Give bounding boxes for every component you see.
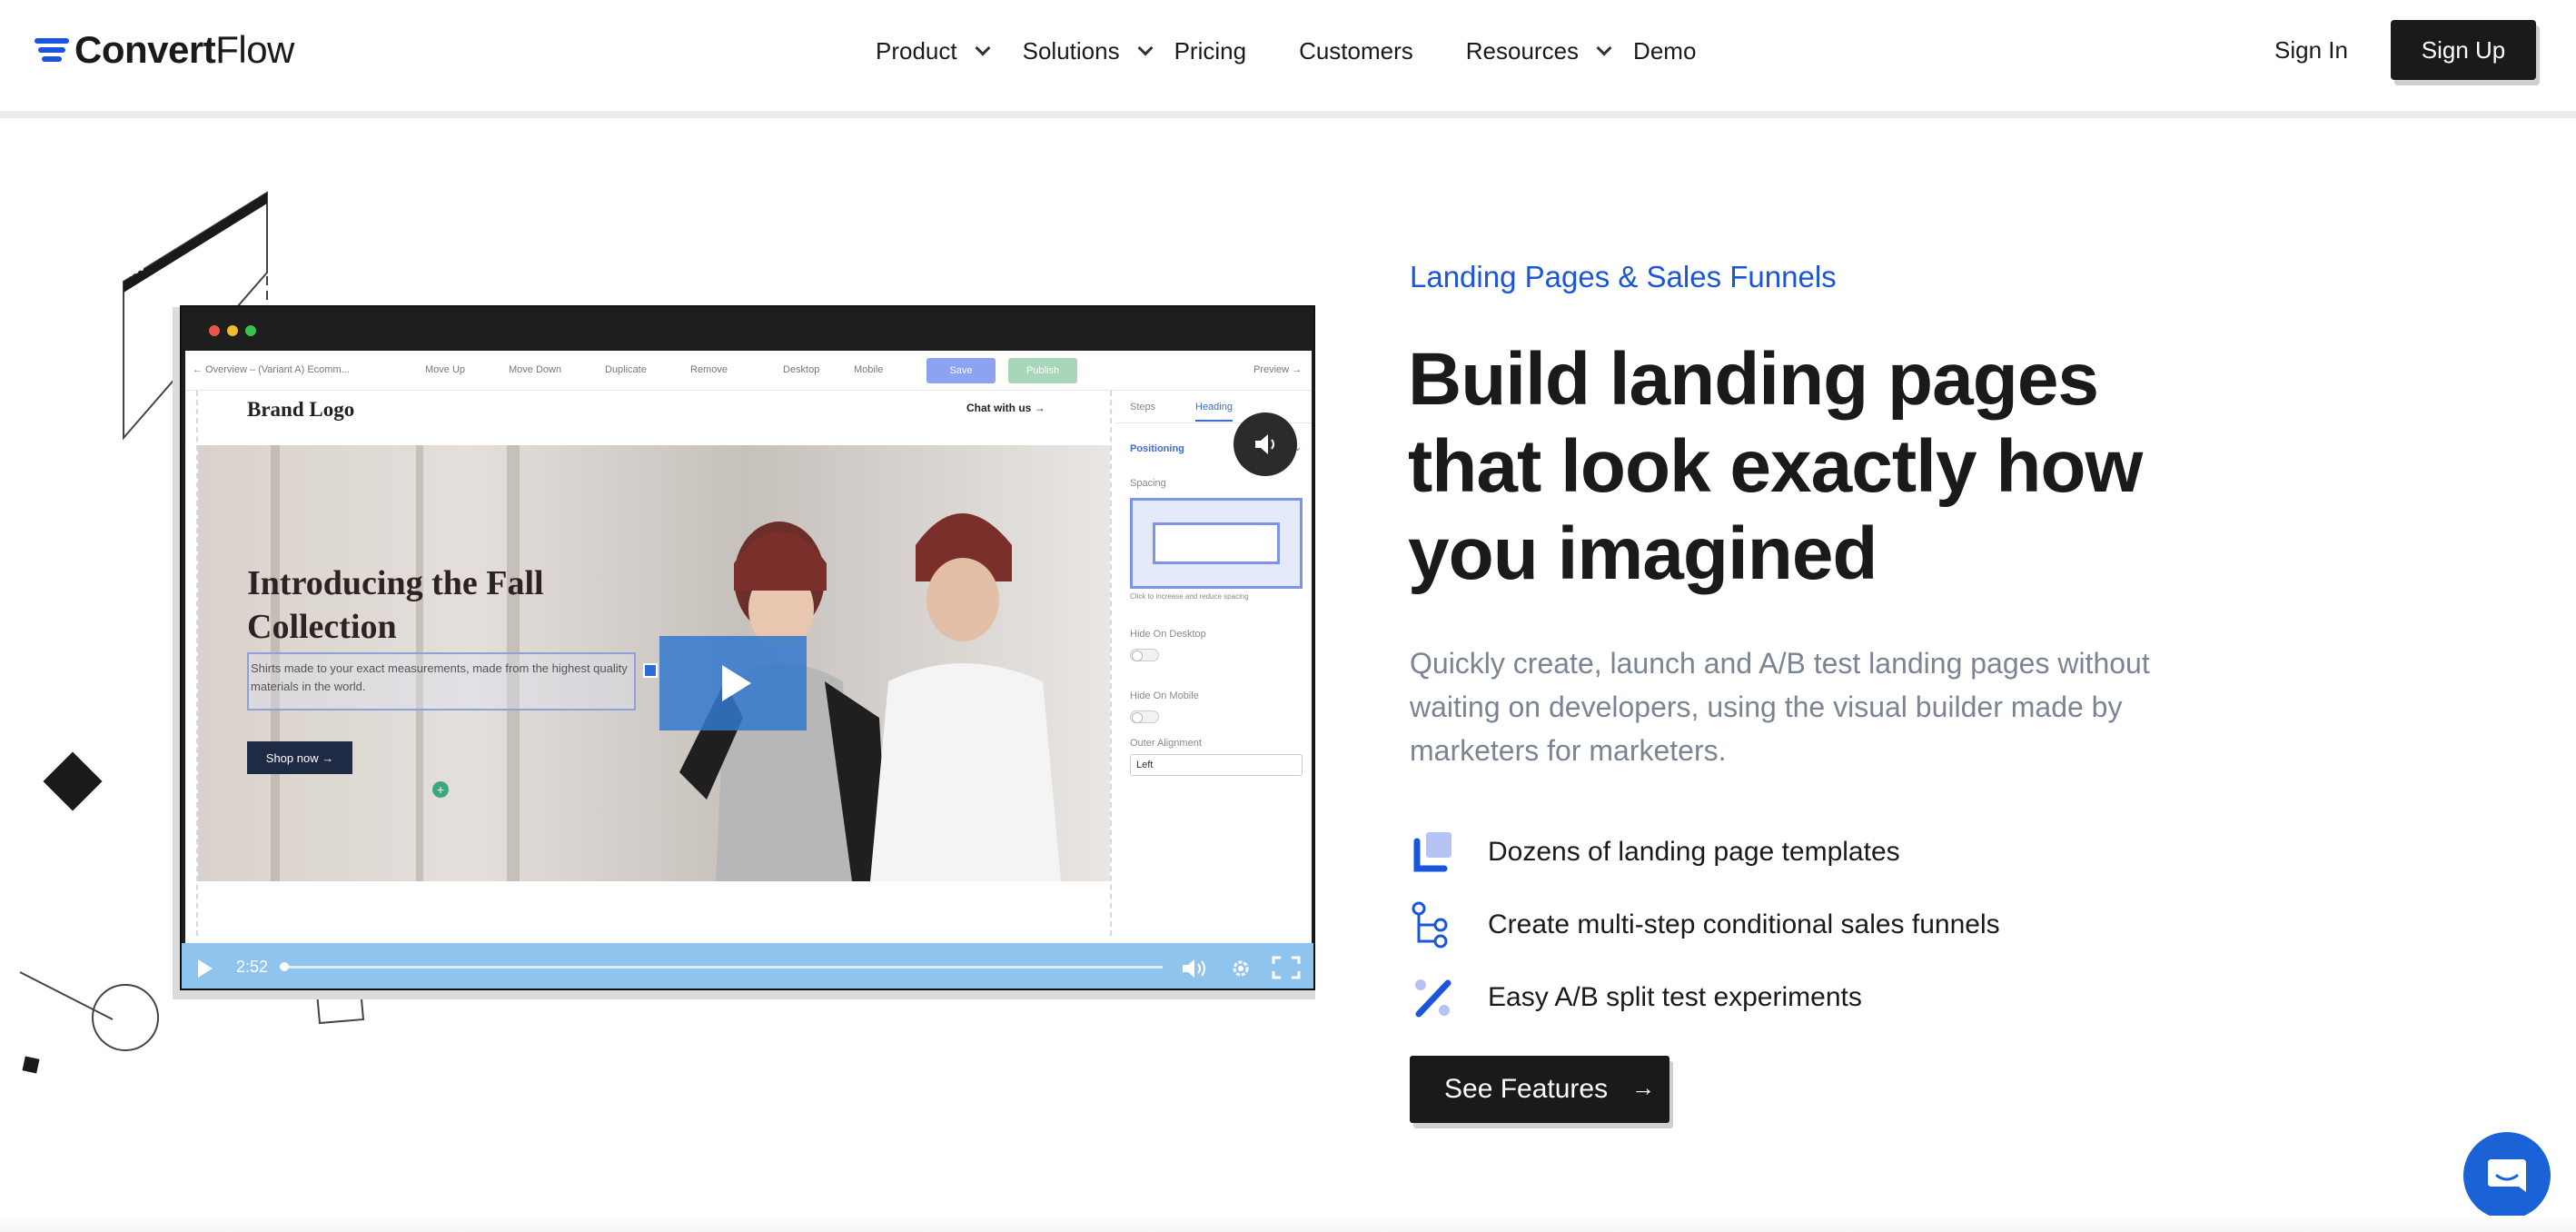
remove-button: Remove [690,364,728,375]
selection-handle-icon [643,663,658,678]
progress-track[interactable] [283,966,1163,969]
nav-demo-label: Demo [1633,36,1697,65]
nav-demo[interactable]: Demo [1633,37,1696,65]
move-up-button: Move Up [425,364,466,375]
builder-canvas: Brand Logo Chat with us → Introducing th… [196,391,1112,936]
duplicate-button: Duplicate [605,364,647,375]
spacing-box [1130,498,1303,589]
mobile-button: Mobile [854,364,884,375]
hide-mobile-label: Hide On Mobile [1130,691,1199,701]
hide-mobile-toggle [1130,710,1159,723]
play-video-button[interactable] [659,636,807,730]
play-icon[interactable] [198,959,213,978]
main-nav: Product Solutions Pricing Customers Reso… [876,33,1696,69]
positioning-label: Positioning [1130,443,1184,454]
chevron-down-icon [975,40,991,56]
play-icon [722,665,751,701]
brand-logo-text: Brand Logo [247,398,355,421]
breadcrumb: ← Overview – (Variant A) Ecomm... [193,364,350,375]
builder-toolbar: ← Overview – (Variant A) Ecomm... Move U… [185,351,1312,391]
intro-body-text: Shirts made to your exact measurements, … [247,652,636,710]
sign-up-button[interactable]: Sign Up [2391,20,2536,80]
speaker-icon [1255,434,1274,454]
product-demo-video[interactable]: ← Overview – (Variant A) Ecomm... Move U… [180,305,1315,990]
intro-title: Introducing the Fall Collection [247,564,544,646]
split-test-icon [1410,974,1457,1021]
settings-gear-icon[interactable] [1230,958,1252,979]
publish-button: Publish [1008,358,1077,383]
feature-label: Dozens of landing page templates [1488,837,1900,867]
nav-customers-label: Customers [1299,36,1413,65]
shop-now-button: Shop now → [247,741,352,774]
nav-customers[interactable]: Customers [1299,37,1413,65]
logo-text: ConvertFlow [74,28,294,71]
feature-item: Dozens of landing page templates [1410,829,1900,876]
section-divider [0,1216,2576,1232]
volume-icon[interactable] [1181,958,1208,979]
spacing-label: Spacing [1130,478,1166,489]
templates-icon [1410,829,1457,876]
convertflow-logo[interactable]: ConvertFlow [35,27,294,73]
add-element-icon: + [432,781,449,798]
chevron-down-icon [1596,40,1612,56]
feature-label: Easy A/B split test experiments [1488,982,1862,1012]
chat-icon [2488,1159,2526,1192]
section-headline: Build landing pages that look exactly ho… [1408,338,2143,595]
outer-alignment-label: Outer Alignment [1130,738,1202,749]
video-time: 2:52 [236,958,269,976]
feature-item: Easy A/B split test experiments [1410,974,1862,1021]
section-eyebrow: Landing Pages & Sales Funnels [1410,260,1837,293]
funnel-icon [1410,901,1457,949]
fullscreen-icon[interactable] [1272,956,1301,979]
spacing-hint: Click to increase and reduce spacing [1130,592,1249,601]
decorative-circle-line [19,971,159,1074]
decorative-diamond [43,751,103,811]
move-down-button: Move Down [509,364,562,375]
unmute-button[interactable] [1234,412,1297,476]
see-features-label: See Features [1444,1074,1609,1104]
nav-resources[interactable]: Resources [1465,36,1612,65]
see-features-button[interactable]: See Features → [1410,1056,1669,1123]
model-man-image [870,513,1061,881]
nav-resources-label: Resources [1465,36,1580,65]
nav-pricing-label: Pricing [1174,36,1247,65]
save-button: Save [926,358,996,383]
video-controls: 2:52 [182,943,1313,989]
nav-product[interactable]: Product [876,36,991,65]
tab-steps: Steps [1130,402,1156,412]
preview-link: Preview → [1253,364,1303,375]
progress-knob[interactable] [280,962,289,971]
nav-product-label: Product [876,36,957,65]
settings-panel: Steps Heading Positioning ⌄ Spacing Clic… [1115,391,1312,936]
outer-alignment-select: Left [1130,754,1303,776]
nav-solutions[interactable]: Solutions [1022,36,1154,65]
nav-pricing[interactable]: Pricing [1174,37,1246,65]
hide-desktop-toggle [1130,649,1159,661]
tab-heading: Heading [1195,402,1233,422]
chat-link: Chat with us → [966,402,1045,414]
arrow-right-icon: → [1631,1074,1655,1101]
desktop-button: Desktop [783,364,820,375]
sign-in-link[interactable]: Sign In [2274,36,2348,65]
hide-desktop-label: Hide On Desktop [1130,629,1206,640]
chevron-down-icon [1137,40,1154,56]
logo-mark-icon [35,35,69,65]
builder-screen: ← Overview – (Variant A) Ecomm... Move U… [185,351,1312,985]
nav-solutions-label: Solutions [1022,36,1120,65]
section-subtext: Quickly create, launch and A/B test land… [1410,647,2150,767]
site-header: ConvertFlow Product Solutions Pricing Cu… [0,0,2576,118]
chat-launcher-button[interactable] [2463,1132,2551,1219]
feature-item: Create multi-step conditional sales funn… [1410,901,2000,949]
feature-label: Create multi-step conditional sales funn… [1488,909,2000,939]
window-dots [209,325,256,336]
